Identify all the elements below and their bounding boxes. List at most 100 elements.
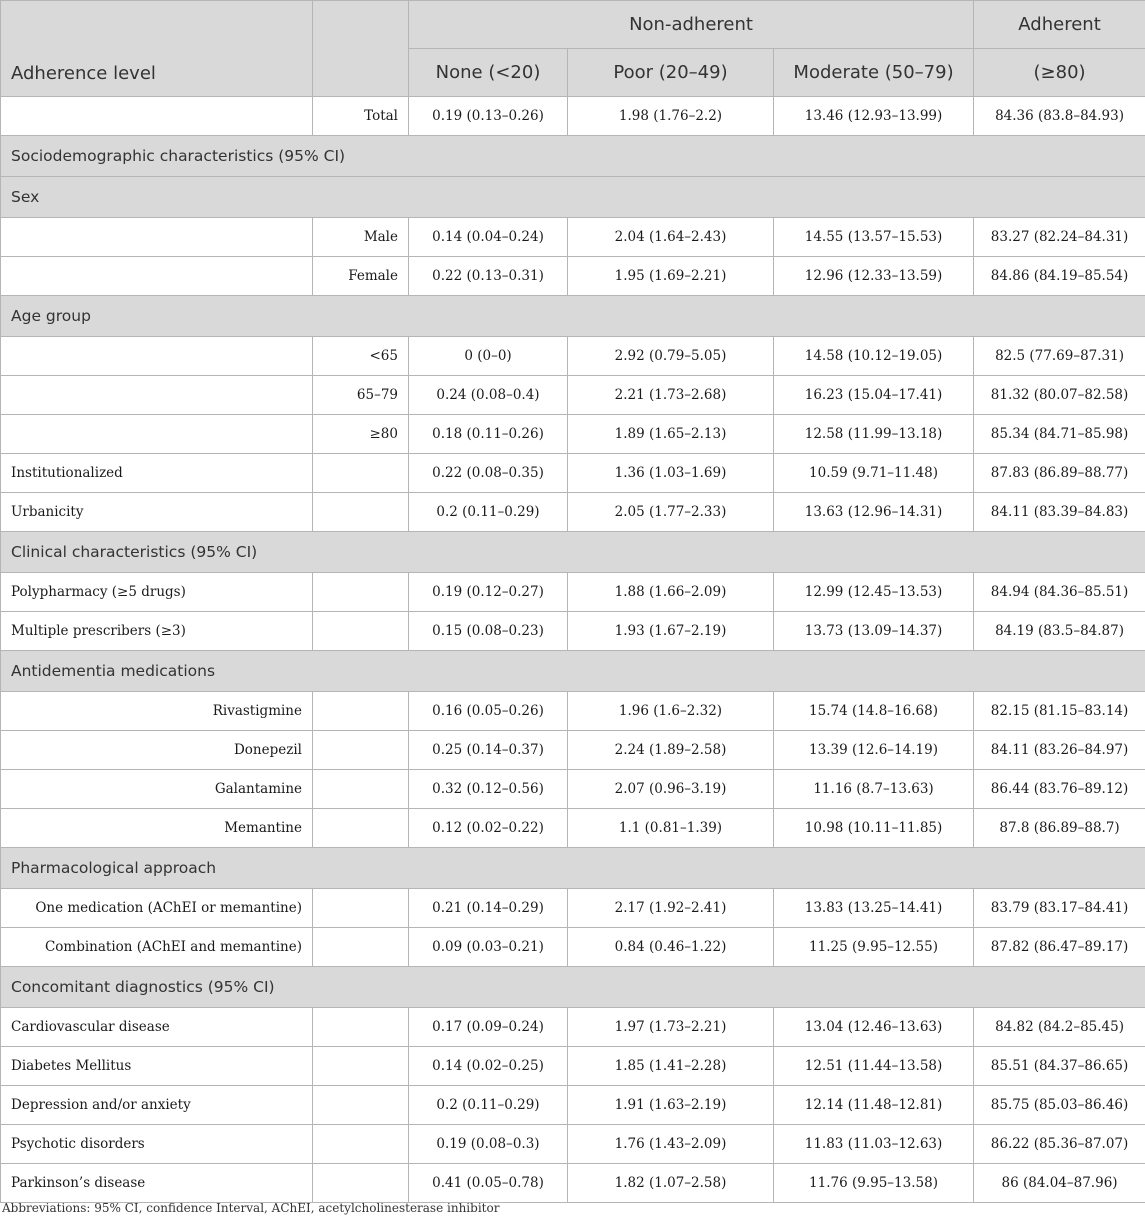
- table-row: Combination (AChEI and memantine) 0.09 (0…: [0, 927, 1145, 967]
- cell-none: 0.19 (0.13–0.26): [408, 96, 568, 136]
- cell-adherent: 87.83 (86.89–88.77): [973, 453, 1145, 493]
- section-header-row: Clinical characteristics (95% CI): [0, 531, 1145, 573]
- row-sublabel: [312, 1046, 409, 1086]
- adherence-table: Adherence level Non-adherent Adherent No…: [0, 0, 1145, 1203]
- table-row: Diabetes Mellitus 0.14 (0.02–0.25) 1.85 (1…: [0, 1046, 1145, 1086]
- cell-none: 0.14 (0.04–0.24): [408, 217, 568, 257]
- cell-moderate: 12.99 (12.45–13.53): [772, 572, 975, 612]
- cell-none: 0.14 (0.02–0.25): [408, 1046, 568, 1086]
- cell-poor: 1.97 (1.73–2.21): [567, 1007, 774, 1047]
- cell-poor: 2.05 (1.77–2.33): [567, 492, 774, 532]
- table-header: Adherence level Non-adherent Adherent No…: [0, 0, 1145, 97]
- row-sublabel: [312, 808, 409, 848]
- cell-moderate: 11.25 (9.95–12.55): [772, 927, 975, 967]
- cell-adherent: 82.15 (81.15–83.14): [973, 691, 1145, 731]
- cell-none: 0.22 (0.08–0.35): [408, 453, 568, 493]
- cell-adherent: 84.86 (84.19–85.54): [973, 256, 1145, 296]
- row-sublabel: [312, 1085, 409, 1125]
- cell-moderate: 13.73 (13.09–14.37): [772, 611, 975, 651]
- cell-moderate: 12.14 (11.48–12.81): [772, 1085, 975, 1125]
- table-row: Galantamine 0.32 (0.12–0.56) 2.07 (0.96–3.…: [0, 769, 1145, 809]
- row-sublabel: [312, 1007, 409, 1047]
- row-sublabel: [312, 492, 409, 532]
- table-row: Urbanicity 0.2 (0.11–0.29) 2.05 (1.77–2.33…: [0, 492, 1145, 532]
- table-row: Memantine 0.12 (0.02–0.22) 1.1 (0.81–1.39)…: [0, 808, 1145, 848]
- section-title: Concomitant diagnostics (95% CI): [0, 966, 1145, 1008]
- cell-adherent: 87.82 (86.47–89.17): [973, 927, 1145, 967]
- cell-poor: 1.76 (1.43–2.09): [567, 1124, 774, 1164]
- row-label: Memantine: [0, 808, 313, 848]
- row-sublabel: [312, 1124, 409, 1164]
- row-label: Urbanicity: [0, 492, 313, 532]
- cell-adherent: 86 (84.04–87.96): [973, 1163, 1145, 1203]
- section-title: Clinical characteristics (95% CI): [0, 531, 1145, 573]
- cell-moderate: 10.59 (9.71–11.48): [772, 453, 975, 493]
- row-label: [0, 375, 313, 415]
- cell-adherent: 82.5 (77.69–87.31): [973, 336, 1145, 376]
- row-sublabel: [312, 1163, 409, 1203]
- row-label: Psychotic disorders: [0, 1124, 313, 1164]
- cell-poor: 1.36 (1.03–1.69): [567, 453, 774, 493]
- table-row: Parkinson’s disease 0.41 (0.05–0.78) 1.82 …: [0, 1163, 1145, 1203]
- cell-none: 0.19 (0.08–0.3): [408, 1124, 568, 1164]
- row-sublabel: [312, 888, 409, 928]
- row-label: Polypharmacy (≥5 drugs): [0, 572, 313, 612]
- cell-adherent: 84.19 (83.5–84.87): [973, 611, 1145, 651]
- cell-none: 0.2 (0.11–0.29): [408, 1085, 568, 1125]
- section-header-row: Antidementia medications: [0, 650, 1145, 692]
- section-title: Sociodemographic characteristics (95% CI…: [0, 135, 1145, 177]
- cell-adherent: 84.82 (84.2–85.45): [973, 1007, 1145, 1047]
- cell-adherent: 85.51 (84.37–86.65): [973, 1046, 1145, 1086]
- cell-moderate: 12.58 (11.99–13.18): [772, 414, 975, 454]
- row-sublabel: [312, 691, 409, 731]
- table-row: Donepezil 0.25 (0.14–0.37) 2.24 (1.89–2.58…: [0, 730, 1145, 770]
- row-sublabel: Total: [312, 96, 409, 136]
- cell-moderate: 13.63 (12.96–14.31): [772, 492, 975, 532]
- row-label: Rivastigmine: [0, 691, 313, 731]
- row-sublabel: <65: [312, 336, 409, 376]
- cell-moderate: 11.76 (9.95–13.58): [772, 1163, 975, 1203]
- cell-adherent: 86.44 (83.76–89.12): [973, 769, 1145, 809]
- cell-adherent: 86.22 (85.36–87.07): [973, 1124, 1145, 1164]
- row-sublabel: Male: [312, 217, 409, 257]
- cell-none: 0.21 (0.14–0.29): [408, 888, 568, 928]
- cell-moderate: 12.51 (11.44–13.58): [772, 1046, 975, 1086]
- cell-poor: 1.82 (1.07–2.58): [567, 1163, 774, 1203]
- row-label: Multiple prescribers (≥3): [0, 611, 313, 651]
- cell-poor: 1.89 (1.65–2.13): [567, 414, 774, 454]
- table-body: Total 0.19 (0.13–0.26) 1.98 (1.76–2.2) 13.4…: [0, 96, 1145, 1203]
- section-header-row: Sex: [0, 176, 1145, 218]
- row-sublabel: [312, 927, 409, 967]
- cell-poor: 2.17 (1.92–2.41): [567, 888, 774, 928]
- row-label: Cardiovascular disease: [0, 1007, 313, 1047]
- cell-moderate: 13.83 (13.25–14.41): [772, 888, 975, 928]
- row-label: [0, 96, 313, 136]
- row-label: [0, 256, 313, 296]
- table-row: Rivastigmine 0.16 (0.05–0.26) 1.96 (1.6–2.…: [0, 691, 1145, 731]
- header-moderate: Moderate (50–79): [772, 48, 975, 97]
- row-sublabel: [312, 453, 409, 493]
- cell-adherent: 87.8 (86.89–88.7): [973, 808, 1145, 848]
- table-row: 65–79 0.24 (0.08–0.4) 2.21 (1.73–2.68) 16.2…: [0, 375, 1145, 415]
- section-header-row: Pharmacological approach: [0, 847, 1145, 889]
- row-label: Combination (AChEI and memantine): [0, 927, 313, 967]
- cell-adherent: 83.79 (83.17–84.41): [973, 888, 1145, 928]
- section-title: Sex: [0, 176, 1145, 218]
- cell-none: 0.24 (0.08–0.4): [408, 375, 568, 415]
- section-title: Antidementia medications: [0, 650, 1145, 692]
- header-non-adherent: Non-adherent: [407, 0, 975, 49]
- cell-poor: 0.84 (0.46–1.22): [567, 927, 774, 967]
- cell-poor: 2.24 (1.89–2.58): [567, 730, 774, 770]
- cell-adherent: 84.36 (83.8–84.93): [973, 96, 1145, 136]
- cell-none: 0 (0–0): [408, 336, 568, 376]
- table-row: Multiple prescribers (≥3) 0.15 (0.08–0.23…: [0, 611, 1145, 651]
- cell-poor: 2.21 (1.73–2.68): [567, 375, 774, 415]
- row-label: [0, 336, 313, 376]
- cell-adherent: 83.27 (82.24–84.31): [973, 217, 1145, 257]
- table-row: Psychotic disorders 0.19 (0.08–0.3) 1.76 (…: [0, 1124, 1145, 1164]
- table-row: Female 0.22 (0.13–0.31) 1.95 (1.69–2.21) 12…: [0, 256, 1145, 296]
- cell-poor: 1.95 (1.69–2.21): [567, 256, 774, 296]
- header-poor: Poor (20–49): [567, 48, 774, 97]
- cell-moderate: 16.23 (15.04–17.41): [772, 375, 975, 415]
- header-adherent: Adherent: [973, 0, 1145, 49]
